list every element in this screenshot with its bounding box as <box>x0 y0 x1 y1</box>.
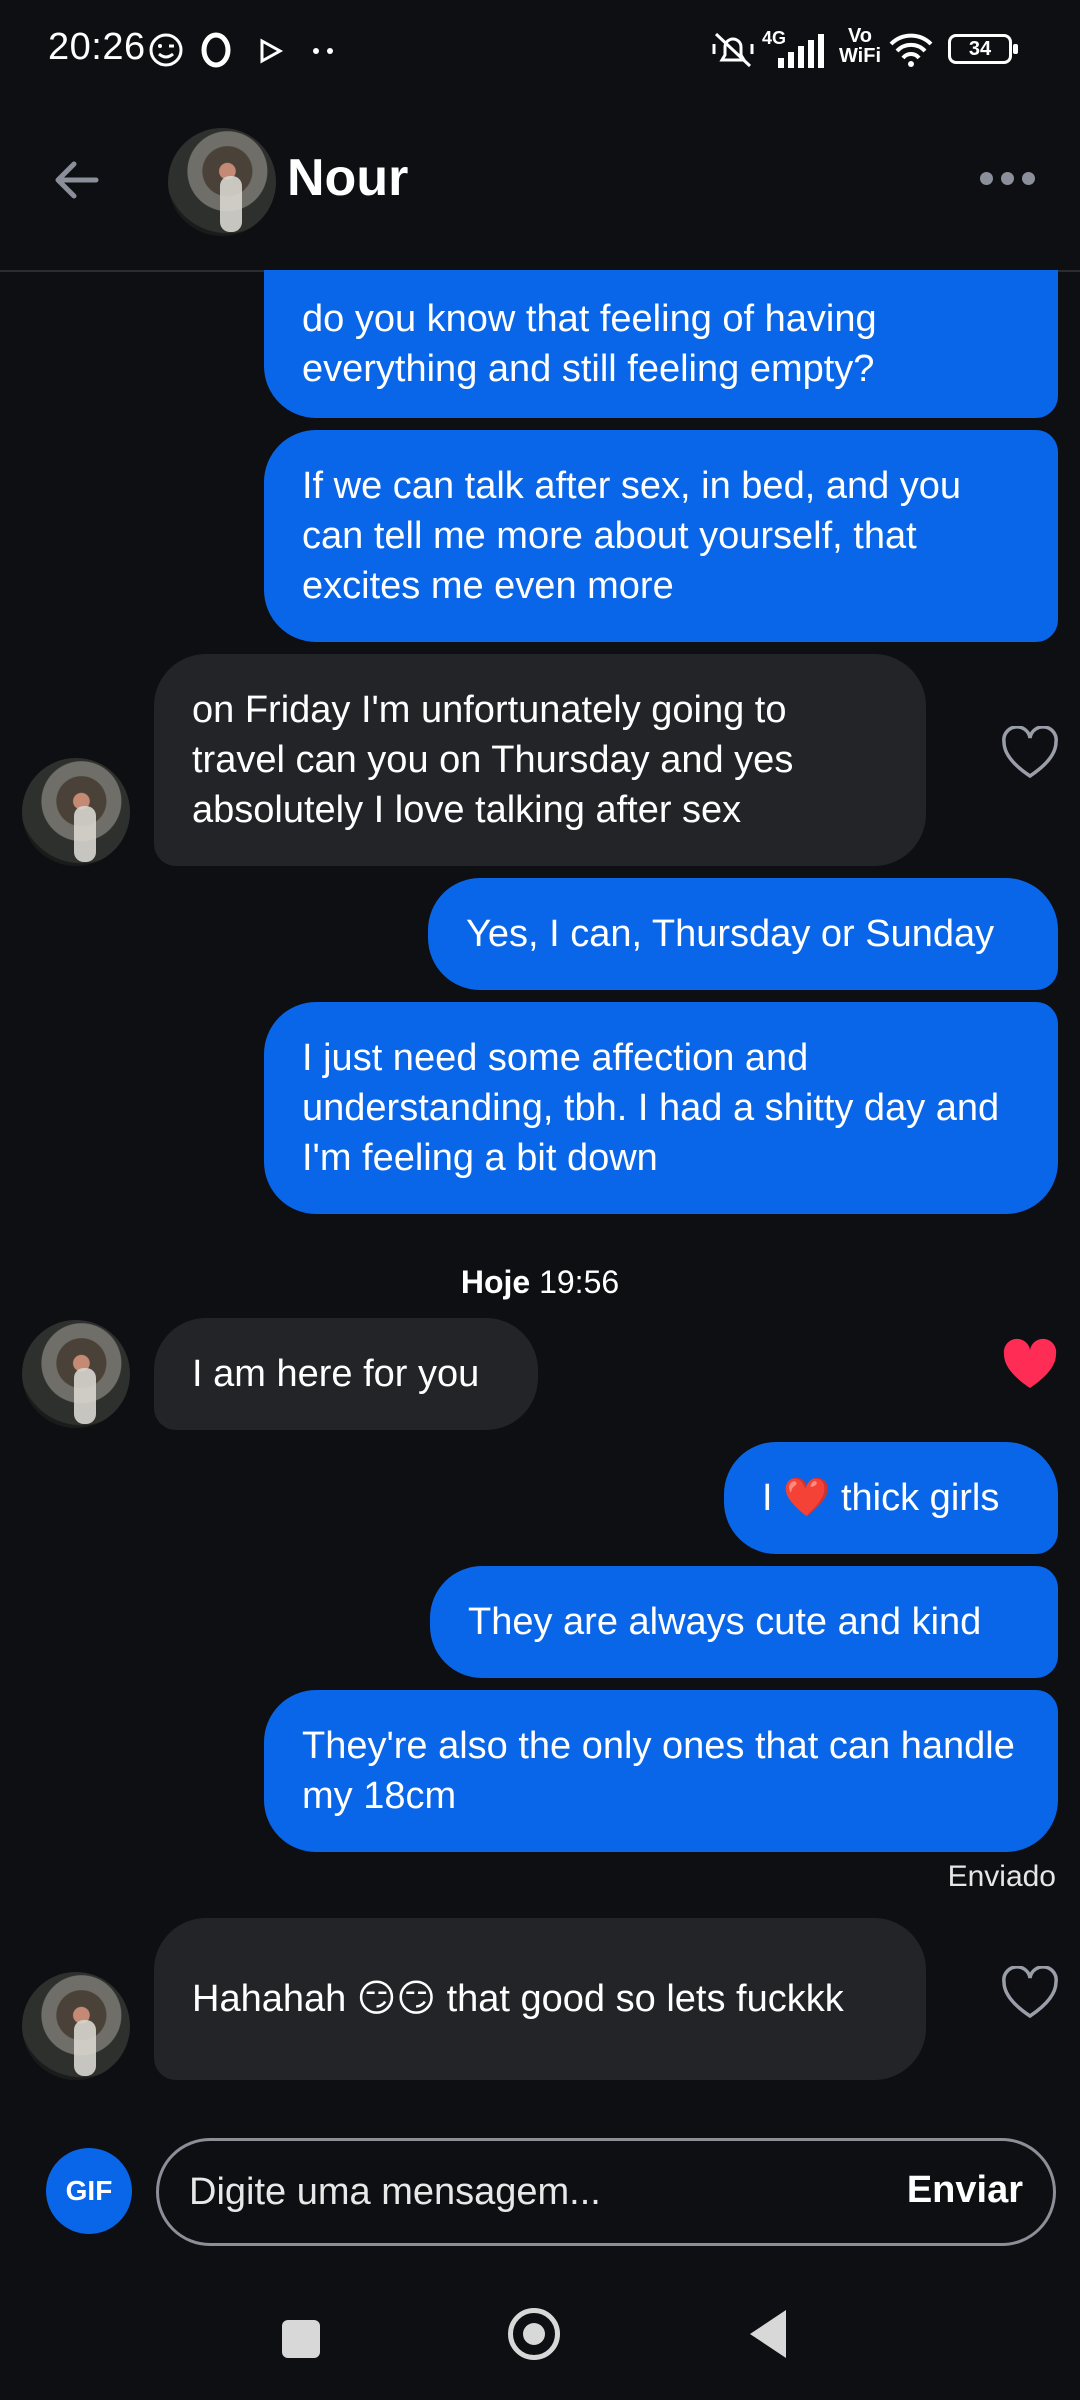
message-composer: Enviar <box>156 2138 1056 2246</box>
recent-apps-icon[interactable] <box>282 2320 320 2358</box>
contact-name[interactable]: Nour <box>287 148 408 208</box>
more-options-icon[interactable] <box>980 172 1035 185</box>
message-avatar[interactable] <box>22 1320 130 1428</box>
status-bar: 20:26 4G Vo WiFi 34 <box>0 0 1080 100</box>
play-store-icon <box>260 38 284 64</box>
system-nav-bar <box>0 2280 1080 2400</box>
status-time: 20:26 <box>48 26 146 68</box>
sent-message[interactable]: do you know that feeling of having every… <box>264 270 1058 418</box>
like-heart-icon[interactable] <box>1000 726 1060 782</box>
more-notifications-icon <box>313 48 333 54</box>
opera-icon <box>201 32 231 68</box>
mute-icon <box>712 32 754 68</box>
battery-indicator: 34 <box>948 34 1018 64</box>
delivery-status: Enviado <box>947 1860 1056 1893</box>
sent-message[interactable]: I just need some affection and understan… <box>264 1002 1058 1214</box>
gif-button[interactable]: GIF <box>46 2148 132 2234</box>
liked-heart-icon[interactable] <box>1000 1338 1060 1394</box>
received-message[interactable]: on Friday I'm unfortunately going to tra… <box>154 654 926 866</box>
message-avatar[interactable] <box>22 1972 130 2080</box>
send-button[interactable]: Enviar <box>907 2169 1023 2212</box>
chat-header: Nour <box>0 100 1080 272</box>
volte-label: Vo WiFi <box>838 25 882 67</box>
signal-icon <box>778 34 824 68</box>
nav-back-icon[interactable] <box>750 2310 786 2358</box>
like-heart-icon[interactable] <box>1000 1966 1060 2022</box>
sent-message[interactable]: I ❤️ thick girls <box>724 1442 1058 1554</box>
received-message[interactable]: I am here for you <box>154 1318 538 1430</box>
sent-message[interactable]: Yes, I can, Thursday or Sunday <box>428 878 1058 990</box>
contact-avatar[interactable] <box>168 128 276 236</box>
sent-message[interactable]: They are always cute and kind <box>430 1566 1058 1678</box>
emoji-status-icon <box>149 33 183 67</box>
received-message[interactable]: Hahahah 😏😏 that good so lets fuckkk <box>154 1918 926 2080</box>
wifi-icon <box>889 33 933 67</box>
date-separator: Hoje 19:56 <box>460 1264 620 1300</box>
message-avatar[interactable] <box>22 758 130 866</box>
sent-message[interactable]: If we can talk after sex, in bed, and yo… <box>264 430 1058 642</box>
back-arrow-icon[interactable] <box>48 152 104 208</box>
message-input[interactable] <box>187 2141 871 2243</box>
home-icon[interactable] <box>508 2308 560 2360</box>
sent-message[interactable]: They're also the only ones that can hand… <box>264 1690 1058 1852</box>
